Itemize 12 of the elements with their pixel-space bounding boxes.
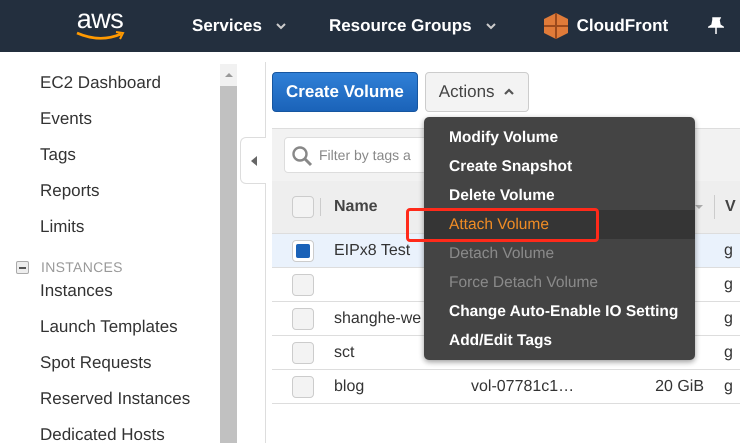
table-cell: sct [334,344,354,360]
table-cell: g [724,276,733,292]
sidebar-section-title: INSTANCES [41,259,123,275]
table-cell: EIPx8 Test [334,242,410,258]
table-cell: g [724,344,733,360]
table-cell: vol-07781c1… [471,378,574,394]
table-cell: 20 GiB [655,378,704,396]
table-cell: blog [334,378,364,394]
table-cell: g [724,242,733,258]
table-cell: shanghe-we [334,310,422,326]
table-cell: g [724,310,733,326]
table-cell: g [724,378,733,394]
